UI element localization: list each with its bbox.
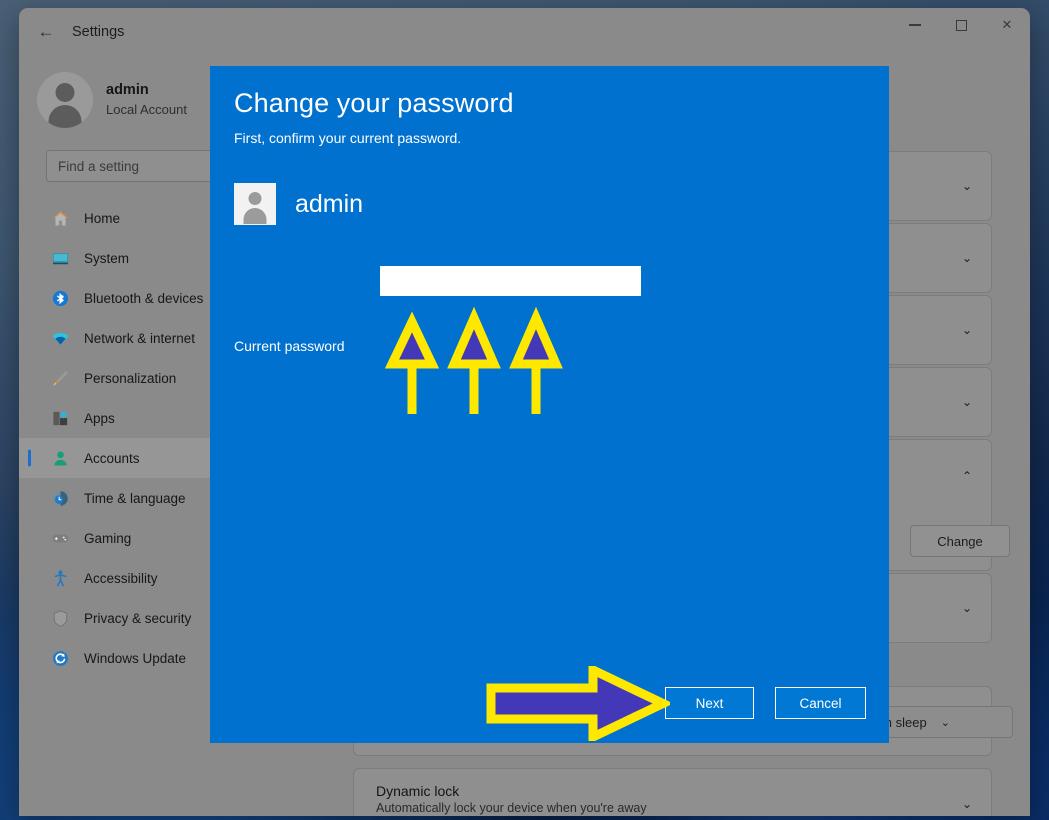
window-title: Settings: [72, 24, 125, 40]
chevron-down-icon: ⌄: [961, 797, 972, 811]
sidebar-item-privacy-security[interactable]: Privacy & security: [19, 598, 237, 638]
current-password-label: Current password: [234, 338, 345, 354]
next-button[interactable]: Next: [665, 687, 754, 719]
chevron-up-icon: ⌃: [961, 469, 972, 483]
apps-grid-icon: [53, 410, 68, 425]
dialog-subtitle: First, confirm your current password.: [234, 130, 462, 146]
sidebar-item-home[interactable]: Home: [19, 198, 237, 238]
sidebar-item-system[interactable]: System: [19, 238, 237, 278]
sidebar: admin Local Account Find a setting Home: [19, 56, 261, 816]
sidebar-item-label: Privacy & security: [84, 610, 192, 626]
sidebar-item-apps[interactable]: Apps: [19, 398, 237, 438]
change-password-dialog: Change your password First, confirm your…: [210, 66, 889, 743]
title-bar: ← Settings ✕: [19, 8, 1030, 56]
sidebar-item-label: Home: [84, 210, 121, 226]
sidebar-item-network[interactable]: Network & internet: [19, 318, 237, 358]
chevron-down-icon: ⌄: [961, 251, 972, 265]
home-icon: [53, 210, 68, 226]
account-subtitle: Local Account: [106, 102, 187, 117]
clock-globe-icon: [53, 490, 68, 506]
sidebar-item-label: Accounts: [84, 450, 140, 466]
sidebar-item-accessibility[interactable]: Accessibility: [19, 558, 237, 598]
gamepad-icon: [52, 534, 69, 542]
user-avatar-icon: [234, 183, 276, 225]
search-placeholder: Find a setting: [58, 158, 140, 174]
chevron-down-icon: ⌄: [961, 395, 972, 409]
chevron-down-icon: ⌄: [961, 179, 972, 193]
maximize-icon[interactable]: [938, 8, 984, 42]
accounts-person-icon: [54, 450, 67, 466]
up-arrow-annotation-group: [384, 306, 563, 414]
update-refresh-icon: [53, 650, 68, 666]
sidebar-item-bluetooth[interactable]: Bluetooth & devices: [19, 278, 237, 318]
sidebar-nav: Home System Bluetooth & devices Network …: [19, 198, 237, 678]
sidebar-item-label: Network & internet: [84, 330, 196, 346]
system-monitor-icon: [52, 252, 69, 264]
sidebar-item-personalization[interactable]: Personalization: [19, 358, 237, 398]
up-arrow-annotation: [509, 306, 563, 414]
sidebar-item-label: Bluetooth & devices: [84, 290, 204, 306]
sidebar-item-accounts[interactable]: Accounts: [19, 438, 237, 478]
up-arrow-annotation: [384, 311, 440, 414]
dialog-title: Change your password: [234, 88, 514, 118]
sidebar-item-time-language[interactable]: Time & language: [19, 478, 237, 518]
up-arrow-annotation: [447, 306, 501, 414]
window-controls: ✕: [892, 8, 1030, 42]
change-button[interactable]: Change: [910, 525, 1010, 557]
sidebar-item-gaming[interactable]: Gaming: [19, 518, 237, 558]
dynamic-lock-subtitle: Automatically lock your device when you'…: [376, 801, 647, 815]
account-name: admin: [106, 82, 149, 99]
right-arrow-annotation: [486, 666, 670, 741]
sidebar-item-label: System: [84, 250, 130, 266]
user-avatar-icon: [37, 72, 93, 128]
chevron-down-icon: ⌄: [961, 601, 972, 615]
sidebar-item-label: Apps: [84, 410, 115, 426]
account-summary[interactable]: admin Local Account: [19, 56, 237, 128]
sidebar-item-label: Windows Update: [84, 650, 187, 666]
sidebar-item-label: Gaming: [84, 530, 132, 546]
chevron-down-icon: ⌄: [940, 716, 950, 729]
sidebar-item-windows-update[interactable]: Windows Update: [19, 638, 237, 678]
paintbrush-icon: [53, 370, 68, 386]
back-arrow-icon[interactable]: ←: [26, 16, 66, 48]
wifi-icon: [52, 332, 69, 345]
dialog-user-name: admin: [295, 189, 364, 218]
minimize-icon[interactable]: [892, 8, 938, 42]
current-password-input[interactable]: [380, 266, 641, 296]
shield-icon: [53, 609, 68, 627]
cancel-button[interactable]: Cancel: [775, 687, 866, 719]
sidebar-item-label: Time & language: [84, 490, 186, 506]
sidebar-item-label: Personalization: [84, 370, 177, 386]
bluetooth-icon: [52, 290, 69, 306]
dynamic-lock-title: Dynamic lock: [376, 783, 460, 799]
dialog-user-row: admin: [234, 183, 363, 225]
close-icon[interactable]: ✕: [984, 8, 1030, 42]
accessibility-person-icon: [54, 569, 67, 587]
dynamic-lock-card[interactable]: Dynamic lock Automatically lock your dev…: [353, 768, 992, 816]
chevron-down-icon: ⌄: [961, 323, 972, 337]
sidebar-item-label: Accessibility: [84, 570, 158, 586]
